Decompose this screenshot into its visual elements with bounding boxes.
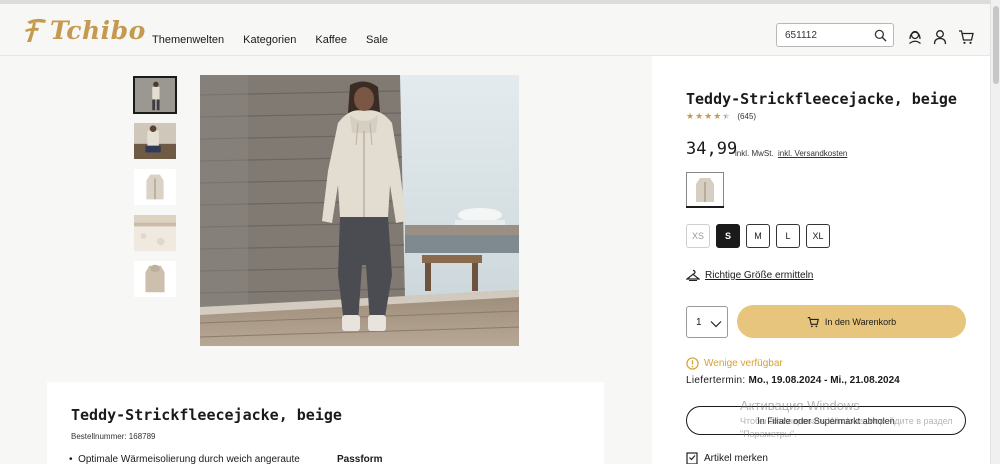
- shipping-costs-link[interactable]: inkl. Versandkosten: [778, 149, 847, 158]
- star-icon: ★: [713, 111, 722, 121]
- nav-item-kaffee[interactable]: Kaffee: [315, 34, 347, 46]
- warning-info-icon: [686, 357, 699, 370]
- add-to-cart-label: In den Warenkorb: [824, 316, 897, 327]
- store-pickup-label: In Filiale oder Supermarkt abholen: [757, 415, 895, 426]
- wishlist-label: Artikel merken: [704, 453, 768, 464]
- availability-status: Wenige verfügbar: [686, 357, 783, 370]
- size-option-m[interactable]: M: [746, 224, 770, 248]
- rating[interactable]: ★ ★ ★ ★ ★ (645): [686, 111, 756, 122]
- site-header: Tchibo Themenwelten Kategorien Kaffee Sa…: [0, 4, 990, 56]
- star-icon: ★: [704, 111, 713, 121]
- cart-icon: [807, 316, 819, 327]
- product-photo: [200, 75, 519, 346]
- page-scrollbar[interactable]: [990, 0, 1000, 464]
- logo-wordmark: Tchibo: [50, 15, 146, 45]
- thumbnail-list: [133, 76, 177, 306]
- store-pickup-button[interactable]: In Filiale oder Supermarkt abholen: [686, 406, 966, 435]
- nav-item-kategorien[interactable]: Kategorien: [243, 34, 296, 46]
- jacket-swatch-image: [687, 173, 723, 206]
- review-count[interactable]: (645): [737, 112, 756, 121]
- bookmark-icon: [686, 452, 698, 464]
- delivery-date: Liefertermin: Mo., 19.08.2024 - Mi., 21.0…: [686, 375, 900, 386]
- chevron-down-icon: [710, 321, 722, 328]
- size-option-xl[interactable]: XL: [806, 224, 830, 248]
- product-title: Teddy-Strickfleecejacke, beige: [686, 90, 957, 108]
- main-product-image[interactable]: [200, 75, 519, 346]
- description-bullet: • Optimale Wärmeisolierung durch weich a…: [69, 454, 300, 464]
- bullet-icon: •: [69, 454, 79, 464]
- size-option-s[interactable]: S: [716, 224, 740, 248]
- star-icon: ★: [686, 111, 695, 121]
- color-selected-indicator: [686, 206, 724, 208]
- thumbnail-model-front[interactable]: [133, 76, 177, 114]
- order-number: Bestellnummer: 168789: [71, 432, 156, 441]
- availability-label: Wenige verfügbar: [704, 358, 783, 369]
- size-option-l[interactable]: L: [776, 224, 800, 248]
- account-service-icon[interactable]: [907, 29, 923, 45]
- color-swatch-beige[interactable]: [686, 172, 724, 207]
- scrollbar-thumb[interactable]: [993, 6, 999, 84]
- size-option-xs[interactable]: XS: [686, 224, 710, 248]
- size-finder-label: Richtige Größe ermitteln: [705, 269, 814, 281]
- user-icon[interactable]: [932, 29, 948, 45]
- thumbnail-product-back[interactable]: [133, 260, 177, 298]
- description-title: Teddy-Strickfleecejacke, beige: [71, 406, 342, 424]
- main-nav: Themenwelten Kategorien Kaffee Sale: [152, 34, 407, 46]
- add-to-cart-button[interactable]: In den Warenkorb: [737, 305, 966, 338]
- description-card: Teddy-Strickfleecejacke, beige Bestellnu…: [47, 382, 604, 464]
- quantity-select[interactable]: 1: [686, 306, 728, 338]
- passform-heading: Passform: [337, 454, 383, 464]
- delivery-dates: Mo., 19.08.2024 - Mi., 21.08.2024: [748, 375, 900, 386]
- nav-item-sale[interactable]: Sale: [366, 34, 388, 46]
- nav-item-themenwelten[interactable]: Themenwelten: [152, 34, 224, 46]
- size-finder-link[interactable]: Richtige Größe ermitteln: [686, 268, 813, 282]
- bullet-text: Optimale Wärmeisolierung durch weich ang…: [78, 454, 300, 464]
- price: 34,99: [686, 139, 738, 159]
- thumbnail-fabric-detail[interactable]: [133, 214, 177, 252]
- search-icon[interactable]: [874, 29, 887, 42]
- search-box: [776, 23, 894, 47]
- wishlist-link[interactable]: Artikel merken: [686, 452, 768, 464]
- cart-icon[interactable]: [958, 29, 974, 45]
- quantity-value: 1: [696, 317, 702, 328]
- tchibo-logo-icon: [25, 18, 46, 42]
- hanger-icon: [686, 269, 700, 281]
- search-input[interactable]: [785, 28, 871, 43]
- price-note: inkl. MwSt.: [735, 149, 774, 158]
- delivery-label: Liefertermin:: [686, 375, 746, 386]
- size-selector: XS S M L XL: [686, 224, 836, 248]
- half-star-icon: ★: [722, 111, 731, 121]
- star-icon: ★: [695, 111, 704, 121]
- tchibo-logo[interactable]: Tchibo: [22, 14, 146, 46]
- thumbnail-product-front[interactable]: [133, 168, 177, 206]
- thumbnail-model-sitting[interactable]: [133, 122, 177, 160]
